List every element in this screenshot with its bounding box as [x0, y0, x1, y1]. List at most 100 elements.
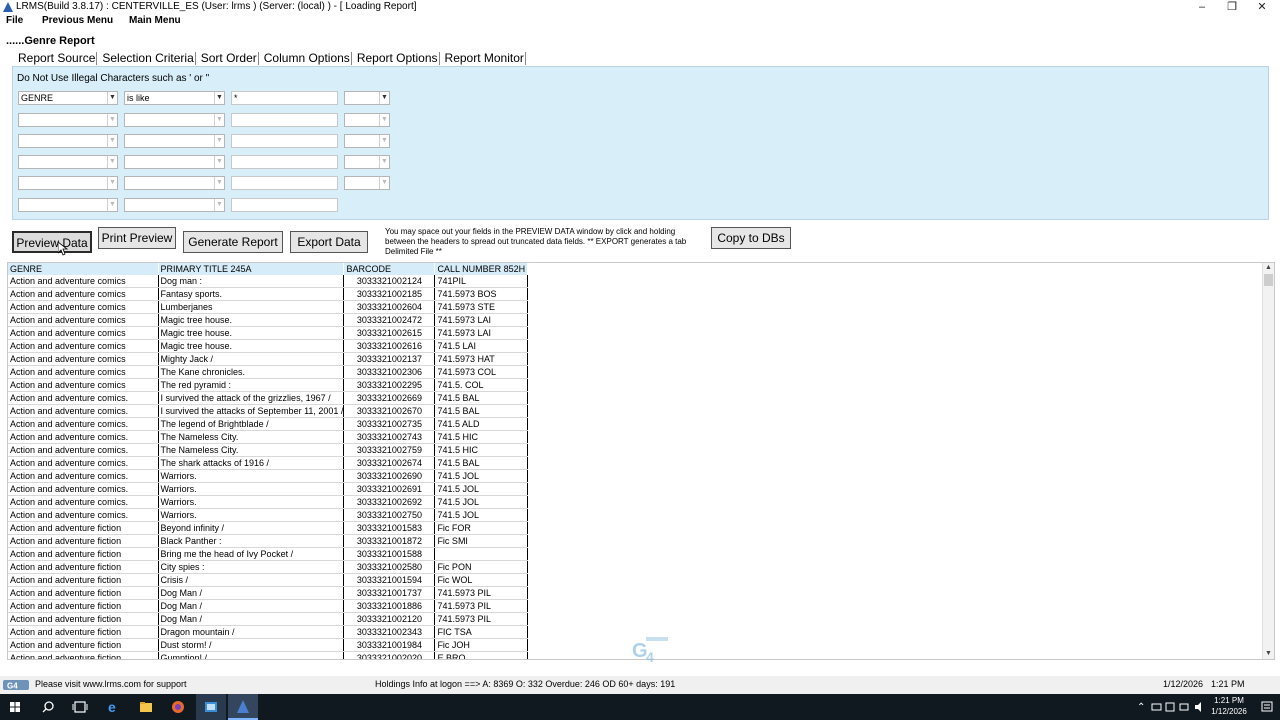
chevron-down-icon[interactable]: ▼	[107, 135, 117, 147]
chevron-down-icon[interactable]: ▼	[107, 114, 117, 126]
criteria-connector-select[interactable]: ▼	[344, 113, 390, 127]
taskbar-time[interactable]: 1:21 PM	[1204, 696, 1254, 705]
windows-start-icon[interactable]	[4, 697, 26, 717]
chevron-down-icon[interactable]: ▼	[214, 114, 224, 126]
tab-report-options[interactable]: Report Options	[356, 52, 440, 65]
chevron-down-icon[interactable]: ▼	[379, 92, 389, 104]
tab-column-options[interactable]: Column Options	[263, 52, 352, 65]
column-header-barcode[interactable]: BARCODE	[343, 263, 436, 275]
chevron-down-icon[interactable]: ▼	[214, 135, 224, 147]
table-row[interactable]: Action and adventure comics. I survived t…	[8, 391, 529, 406]
table-row[interactable]: Action and adventure fiction Dragon mount…	[8, 625, 529, 640]
table-row[interactable]: Action and adventure comics The red pyram…	[8, 378, 529, 393]
preview-data-button[interactable]: Preview Data	[12, 231, 92, 253]
table-row[interactable]: Action and adventure fiction Dust storm! …	[8, 638, 529, 653]
table-row[interactable]: Action and adventure comics. I survived t…	[8, 404, 529, 419]
table-row[interactable]: Action and adventure comics Lumberjanes 30…	[8, 300, 529, 315]
table-row[interactable]: Action and adventure comics Magic tree ho…	[8, 313, 529, 328]
menu-previous-menu[interactable]: Previous Menu	[42, 15, 113, 26]
search-icon[interactable]	[37, 697, 59, 717]
tab-selection-criteria[interactable]: Selection Criteria	[101, 52, 196, 65]
column-header-title[interactable]: PRIMARY TITLE 245A	[158, 263, 345, 275]
tab-report-source[interactable]: Report Source	[17, 52, 98, 65]
firefox-icon[interactable]	[167, 697, 189, 717]
table-row[interactable]: Action and adventure comics The Kane chro…	[8, 365, 529, 380]
chevron-down-icon[interactable]: ▼	[379, 156, 389, 168]
criteria-connector-select[interactable]: ▼	[344, 176, 390, 190]
table-row[interactable]: Action and adventure comics. Warriors. 303…	[8, 469, 529, 484]
chevron-down-icon[interactable]: ▼	[379, 135, 389, 147]
tab-report-monitor[interactable]: Report Monitor	[444, 52, 526, 65]
lrms-taskbar-icon[interactable]	[232, 697, 254, 717]
table-row[interactable]: Action and adventure comics. Warriors. 303…	[8, 482, 529, 497]
criteria-value-input[interactable]: *	[231, 91, 338, 105]
criteria-operator-select[interactable]: ▼	[124, 113, 225, 127]
table-row[interactable]: Action and adventure fiction Dog Man /303…	[8, 612, 529, 627]
table-row[interactable]: Action and adventure fiction City spies :…	[8, 560, 529, 575]
table-row[interactable]: Action and adventure fiction Beyond infin…	[8, 521, 529, 536]
chevron-down-icon[interactable]: ▼	[107, 199, 117, 211]
table-row[interactable]: Action and adventure comics Magic tree ho…	[8, 326, 529, 341]
scroll-up-icon[interactable]: ▲	[1263, 263, 1274, 273]
preview-results-grid[interactable]: GENRE PRIMARY TITLE 245A BARCODE CALL NU…	[7, 262, 1275, 660]
table-row[interactable]: Action and adventure comics. The Nameless…	[8, 443, 529, 458]
criteria-value-input[interactable]	[231, 155, 338, 169]
criteria-field-select[interactable]: ▼	[18, 155, 118, 169]
criteria-value-input[interactable]	[231, 113, 338, 127]
criteria-value-input[interactable]	[231, 198, 338, 212]
close-button[interactable]: ✕	[1247, 0, 1277, 15]
table-row[interactable]: Action and adventure comics Magic tree ho…	[8, 339, 529, 354]
chevron-down-icon[interactable]: ▼	[214, 92, 224, 104]
table-row[interactable]: Action and adventure comics. The shark at…	[8, 456, 529, 471]
restore-button[interactable]: ❐	[1217, 0, 1247, 15]
table-row[interactable]: Action and adventure fiction Dog Man /303…	[8, 599, 529, 614]
tab-sort-order[interactable]: Sort Order	[200, 52, 259, 65]
vertical-scrollbar[interactable]: ▲ ▼	[1262, 263, 1274, 659]
remote-desktop-icon[interactable]	[200, 697, 222, 717]
criteria-connector-select[interactable]: ▼	[344, 91, 390, 105]
criteria-field-select[interactable]: GENRE ▼	[18, 91, 118, 105]
task-view-icon[interactable]	[69, 697, 91, 717]
table-row[interactable]: Action and adventure comics. The legend o…	[8, 417, 529, 432]
criteria-field-select[interactable]: ▼	[18, 134, 118, 148]
table-row[interactable]: Action and adventure fiction Crisis /3033…	[8, 573, 529, 588]
criteria-field-select[interactable]: ▼	[18, 176, 118, 190]
table-row[interactable]: Action and adventure fiction Gumption! /3…	[8, 651, 529, 659]
table-row[interactable]: Action and adventure comics. Warriors. 303…	[8, 508, 529, 523]
criteria-operator-select[interactable]: ▼	[124, 198, 225, 212]
table-row[interactable]: Action and adventure comics Dog man :3033…	[8, 275, 529, 289]
criteria-connector-select[interactable]: ▼	[344, 155, 390, 169]
menu-main-menu[interactable]: Main Menu	[129, 15, 181, 26]
column-header-call-number[interactable]: CALL NUMBER 852H	[434, 263, 529, 275]
scroll-thumb[interactable]	[1264, 274, 1273, 286]
chevron-down-icon[interactable]: ▼	[379, 177, 389, 189]
print-preview-button[interactable]: Print Preview	[98, 227, 176, 249]
generate-report-button[interactable]: Generate Report	[183, 231, 283, 253]
chevron-down-icon[interactable]: ▼	[214, 199, 224, 211]
criteria-value-input[interactable]	[231, 176, 338, 190]
table-row[interactable]: Action and adventure fiction Dog Man /303…	[8, 586, 529, 601]
table-row[interactable]: Action and adventure comics Mighty Jack /…	[8, 352, 529, 367]
system-tray-icons[interactable]	[1150, 697, 1210, 717]
table-row[interactable]: Action and adventure comics. The Nameless…	[8, 430, 529, 445]
column-header-genre[interactable]: GENRE	[8, 263, 159, 275]
criteria-connector-select[interactable]: ▼	[344, 134, 390, 148]
criteria-operator-select[interactable]: is like ▼	[124, 91, 225, 105]
copy-to-dbs-button[interactable]: Copy to DBs	[711, 227, 791, 249]
criteria-value-input[interactable]	[231, 134, 338, 148]
chevron-down-icon[interactable]: ▼	[214, 156, 224, 168]
table-row[interactable]: Action and adventure comics Fantasy sport…	[8, 287, 529, 302]
chevron-down-icon[interactable]: ▼	[107, 177, 117, 189]
file-explorer-icon[interactable]	[135, 697, 157, 717]
taskbar-date[interactable]: 1/12/2026	[1204, 707, 1254, 716]
notifications-icon[interactable]	[1256, 697, 1278, 717]
tray-chevron-icon[interactable]: ⌃	[1137, 702, 1145, 713]
chevron-down-icon[interactable]: ▼	[107, 92, 117, 104]
criteria-operator-select[interactable]: ▼	[124, 155, 225, 169]
criteria-operator-select[interactable]: ▼	[124, 134, 225, 148]
table-row[interactable]: Action and adventure comics. Warriors. 303…	[8, 495, 529, 510]
chevron-down-icon[interactable]: ▼	[379, 114, 389, 126]
table-row[interactable]: Action and adventure fiction Bring me the…	[8, 547, 529, 562]
edge-browser-icon[interactable]: e	[103, 697, 125, 717]
criteria-field-select[interactable]: ▼	[18, 198, 118, 212]
